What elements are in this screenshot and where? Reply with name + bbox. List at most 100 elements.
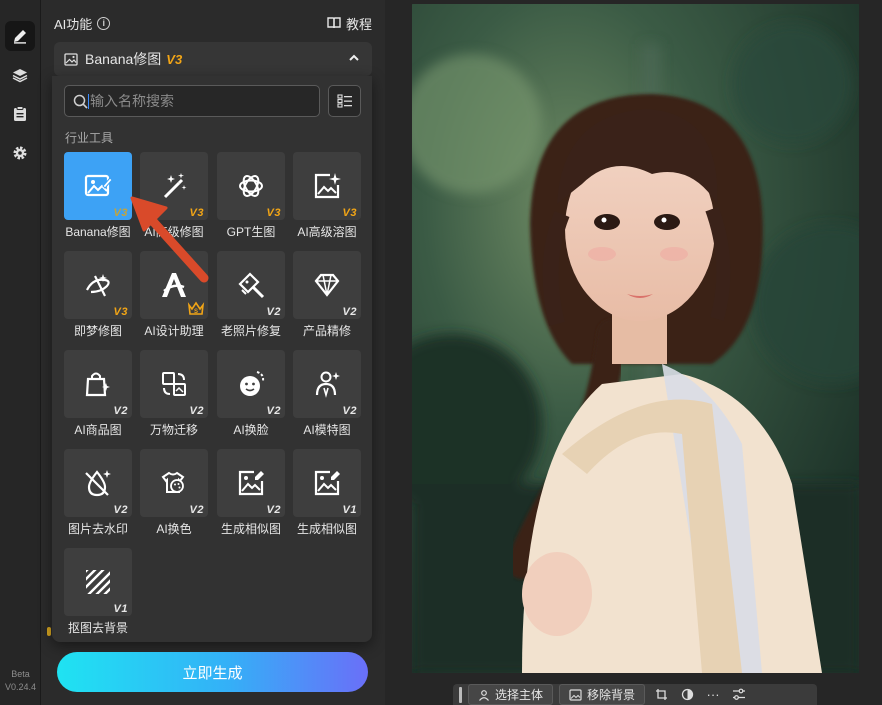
version-badge: V2 — [189, 504, 204, 516]
portrait-image — [412, 4, 859, 673]
tool-tile[interactable]: V2 — [217, 350, 285, 418]
pointer-arrow-icon — [130, 196, 209, 283]
contrast-icon — [681, 688, 693, 701]
tool-tile[interactable]: V2 — [64, 350, 132, 418]
edit-tool-button[interactable] — [5, 21, 35, 51]
tool-name: 万物迁移 — [149, 423, 198, 437]
tool-tile[interactable]: V2 — [217, 251, 285, 319]
tool-ai-face-swap[interactable]: V2 AI换脸 — [217, 350, 285, 438]
similar-image-icon — [238, 470, 264, 496]
remove-watermark-icon — [85, 470, 111, 497]
status-dot — [47, 627, 51, 636]
tool-ai-advanced-blend[interactable]: V3 AI高级溶图 — [293, 152, 361, 240]
app-window: Beta V0.24.4 AI功能 i 教程 Banana修图 V3 输入名称搜… — [0, 0, 882, 705]
version-badge: V1 — [113, 603, 128, 615]
list-view-icon — [336, 94, 352, 108]
version-badge: V3 — [266, 207, 281, 219]
transfer-icon — [162, 372, 186, 396]
version-badge: V2 — [342, 306, 357, 318]
gpt-knot-icon — [239, 175, 263, 197]
tool-ai-recolor[interactable]: V2 AI换色 — [140, 449, 208, 537]
image-sparkle-icon — [314, 173, 341, 199]
canvas-photo[interactable] — [412, 4, 859, 673]
search-input[interactable] — [90, 93, 290, 109]
canvas-area: 选择主体 移除背景 ··· — [385, 0, 882, 705]
svg-text:S: S — [194, 309, 198, 315]
similar-image-icon — [314, 470, 340, 496]
tool-tile[interactable]: V2 — [140, 449, 208, 517]
group-version-badge: V3 — [166, 51, 183, 67]
generate-now-button[interactable]: 立即生成 — [57, 652, 368, 692]
version-label: Beta V0.24.4 — [0, 668, 41, 694]
tool-remove-background[interactable]: V1 抠图去背景 — [64, 548, 132, 636]
remove-background-icon — [86, 570, 110, 594]
crown-icon: S — [187, 301, 205, 315]
tool-tile[interactable]: V3 — [217, 152, 285, 220]
chevron-up-icon — [349, 54, 359, 61]
version-badge: V1 — [342, 504, 357, 516]
select-subject-button[interactable]: 选择主体 — [468, 684, 554, 705]
version-badge: V2 — [113, 405, 128, 417]
tool-gpt-generate[interactable]: V3 GPT生图 — [217, 152, 285, 240]
tool-name: AI高级溶图 — [297, 225, 357, 239]
version-badge: V2 — [189, 405, 204, 417]
photo-repair-icon — [238, 272, 265, 299]
tool-tile[interactable]: V3 — [293, 152, 361, 220]
tool-tile[interactable]: V2 — [293, 350, 361, 418]
tool-name: 即梦修图 — [73, 324, 122, 338]
list-view-button[interactable] — [328, 85, 361, 117]
crop-button[interactable] — [651, 685, 671, 705]
tool-name: 产品精修 — [302, 324, 351, 338]
remove-background-button[interactable]: 移除背景 — [559, 684, 646, 705]
crop-icon — [655, 689, 667, 700]
canvas-toolbar: 选择主体 移除背景 ··· — [453, 684, 817, 705]
model-person-icon — [315, 371, 340, 398]
tool-generate-similar-v2[interactable]: V2 生成相似图 — [217, 449, 285, 537]
panel-title-text: AI功能 — [54, 16, 93, 32]
image-icon — [64, 52, 78, 66]
version-badge: V2 — [266, 306, 281, 318]
tool-name: 图片去水印 — [67, 522, 128, 536]
tool-generate-similar-v1[interactable]: V1 生成相似图 — [293, 449, 361, 537]
tool-old-photo-repair[interactable]: V2 老照片修复 — [217, 251, 285, 339]
tool-name: AI换脸 — [233, 423, 269, 437]
tool-tile[interactable]: V2 — [140, 350, 208, 418]
section-label: 行业工具 — [65, 131, 114, 145]
info-icon[interactable]: i — [97, 16, 111, 30]
more-button[interactable]: ··· — [703, 685, 723, 705]
shopping-bag-icon — [85, 372, 110, 397]
contrast-button[interactable] — [677, 685, 697, 705]
tool-remove-watermark[interactable]: V2 图片去水印 — [64, 449, 132, 537]
history-button[interactable] — [5, 99, 35, 129]
tool-product-retouch[interactable]: V2 产品精修 — [293, 251, 361, 339]
tool-name: 生成相似图 — [220, 522, 281, 536]
tutorial-link[interactable]: 教程 — [327, 14, 372, 33]
drag-handle[interactable] — [459, 686, 462, 703]
tool-tile[interactable]: V2 — [293, 251, 361, 319]
version-badge: V2 — [266, 405, 281, 417]
search-box[interactable] — [64, 85, 320, 117]
settings-button[interactable] — [5, 138, 35, 168]
tool-tile[interactable]: V1 — [293, 449, 361, 517]
version-badge: V3 — [342, 207, 357, 219]
image-icon — [569, 688, 582, 701]
beta-label: Beta — [11, 669, 30, 679]
tool-tile[interactable]: V2 — [217, 449, 285, 517]
panel-header: AI功能 i 教程 — [54, 13, 372, 33]
layers-button[interactable] — [5, 60, 35, 90]
pencil-icon — [14, 30, 26, 44]
sliders-icon — [733, 688, 746, 700]
version-badge: V2 — [113, 504, 128, 516]
adjust-button[interactable] — [729, 685, 749, 705]
diamond-icon — [314, 273, 340, 297]
face-swap-icon — [240, 371, 265, 396]
tool-name: 抠图去背景 — [67, 621, 128, 635]
select-subject-label: 选择主体 — [495, 688, 544, 702]
tool-tile[interactable]: V1 — [64, 548, 132, 616]
tool-ai-model-image[interactable]: V2 AI模特图 — [293, 350, 361, 438]
shirt-palette-icon — [161, 471, 185, 493]
banana-group-header[interactable]: Banana修图 V3 — [54, 42, 372, 76]
tool-object-transfer[interactable]: V2 万物迁移 — [140, 350, 208, 438]
tool-ai-product-image[interactable]: V2 AI商品图 — [64, 350, 132, 438]
tool-tile[interactable]: V2 — [64, 449, 132, 517]
